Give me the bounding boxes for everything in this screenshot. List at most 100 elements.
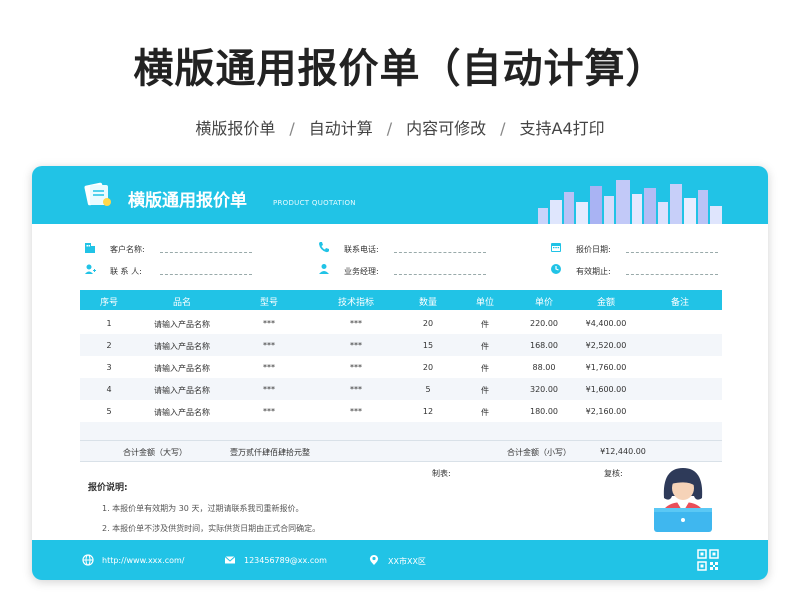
cell-qty[interactable]: 5 bbox=[400, 385, 456, 394]
cell-model[interactable]: *** bbox=[226, 407, 312, 416]
cell-spec[interactable]: *** bbox=[312, 407, 400, 416]
cell-spec[interactable]: *** bbox=[312, 341, 400, 350]
cell-model[interactable]: *** bbox=[226, 341, 312, 350]
maker-label: 制表: bbox=[432, 469, 451, 478]
page-title: 横版通用报价单（自动计算） bbox=[133, 46, 667, 92]
cell-amount: ¥2,520.00 bbox=[585, 341, 627, 350]
col-model-header: 型号 bbox=[259, 298, 278, 308]
staff-avatar-illustration bbox=[654, 468, 712, 532]
mail-icon bbox=[224, 556, 236, 564]
card-title: 横版通用报价单 bbox=[128, 191, 247, 211]
cell-unit[interactable]: 件 bbox=[456, 385, 514, 396]
subtitle-part: 内容可修改 bbox=[406, 119, 487, 138]
valid-until-label: 有效期止: bbox=[576, 267, 611, 276]
col-price-header: 单价 bbox=[534, 298, 553, 308]
notes-section: 报价说明: 1. 本报价单有效期为 30 天，过期请联系我司重新报价。 2. 本… bbox=[88, 480, 320, 543]
globe-icon bbox=[82, 554, 94, 566]
table-row: 2 请输入产品名称 *** *** 15 件 168.00 ¥2,520.00 bbox=[80, 334, 722, 356]
cell-index: 2 bbox=[106, 341, 112, 350]
total-lower-value: ¥12,440.00 bbox=[600, 447, 646, 456]
col-name-header: 品名 bbox=[172, 298, 191, 308]
person-icon bbox=[319, 264, 329, 274]
cell-name[interactable]: 请输入产品名称 bbox=[138, 319, 226, 330]
cell-unit[interactable]: 件 bbox=[456, 363, 514, 374]
cell-amount: ¥4,400.00 bbox=[585, 319, 627, 328]
note-item: 2. 本报价单不涉及供货时间，实际供货日期由正式合同确定。 bbox=[102, 524, 321, 533]
table-row: 3 请输入产品名称 *** *** 20 件 88.00 ¥1,760.00 bbox=[80, 356, 722, 378]
cell-index: 3 bbox=[106, 363, 112, 372]
cell-unit[interactable]: 件 bbox=[456, 319, 514, 330]
cell-price[interactable]: 168.00 bbox=[514, 341, 574, 350]
cell-qty[interactable]: 12 bbox=[400, 407, 456, 416]
phone-label: 联系电话: bbox=[344, 245, 379, 254]
subtitle-part: 支持A4打印 bbox=[519, 119, 605, 138]
table-row: 4 请输入产品名称 *** *** 5 件 320.00 ¥1,600.00 bbox=[80, 378, 722, 400]
building-icon bbox=[85, 243, 95, 253]
col-unit-header: 单位 bbox=[475, 298, 494, 308]
total-lower-label: 合计金额（小写） bbox=[507, 448, 571, 457]
totals-bar: 合计金额（大写） 壹万贰仟肆佰肆拾元整 合计金额（小写） ¥12,440.00 bbox=[80, 440, 722, 462]
cell-price[interactable]: 88.00 bbox=[514, 363, 574, 372]
cell-qty[interactable]: 20 bbox=[400, 319, 456, 328]
total-upper-value: 壹万贰仟肆佰肆拾元整 bbox=[230, 448, 310, 457]
col-index-header: 序号 bbox=[99, 298, 118, 308]
cell-qty[interactable]: 20 bbox=[400, 363, 456, 372]
page-subtitle: 横版报价单 / 自动计算 / 内容可修改 / 支持A4打印 bbox=[195, 119, 605, 138]
cell-model[interactable]: *** bbox=[226, 363, 312, 372]
cell-index: 1 bbox=[106, 319, 112, 328]
cell-spec[interactable]: *** bbox=[312, 363, 400, 372]
cell-name[interactable]: 请输入产品名称 bbox=[138, 341, 226, 352]
cell-unit[interactable]: 件 bbox=[456, 407, 514, 418]
address-item: XX市XX区 bbox=[368, 554, 426, 568]
location-icon bbox=[369, 555, 379, 565]
cell-price[interactable]: 320.00 bbox=[514, 385, 574, 394]
qr-code-icon[interactable] bbox=[697, 549, 719, 571]
cell-price[interactable]: 220.00 bbox=[514, 319, 574, 328]
calendar-icon bbox=[551, 243, 561, 252]
subtitle-part: 横版报价单 bbox=[195, 119, 276, 138]
clock-icon bbox=[551, 264, 561, 274]
address-text: XX市XX区 bbox=[388, 557, 426, 566]
cell-spec[interactable]: *** bbox=[312, 385, 400, 394]
cell-model[interactable]: *** bbox=[226, 385, 312, 394]
email-item[interactable]: 123456789@xx.com bbox=[224, 554, 327, 568]
phone-icon bbox=[319, 242, 329, 253]
cell-index: 5 bbox=[106, 407, 112, 416]
cell-spec[interactable]: *** bbox=[312, 319, 400, 328]
website-text[interactable]: http://www.xxx.com/ bbox=[102, 556, 184, 565]
note-item: 1. 本报价单有效期为 30 天，过期请联系我司重新报价。 bbox=[102, 504, 304, 513]
manager-field[interactable] bbox=[394, 274, 486, 275]
reviewer-label: 复核: bbox=[604, 469, 623, 478]
cell-unit[interactable]: 件 bbox=[456, 341, 514, 352]
email-text[interactable]: 123456789@xx.com bbox=[244, 556, 327, 565]
cell-model[interactable]: *** bbox=[226, 319, 312, 328]
cell-price[interactable]: 180.00 bbox=[514, 407, 574, 416]
contact-field[interactable] bbox=[160, 274, 252, 275]
quote-date-field[interactable] bbox=[626, 252, 718, 253]
col-amount-header: 金额 bbox=[596, 298, 615, 308]
table-row: 5 请输入产品名称 *** *** 12 件 180.00 ¥2,160.00 bbox=[80, 400, 722, 422]
quote-date-label: 报价日期: bbox=[576, 245, 611, 254]
cell-amount: ¥1,600.00 bbox=[585, 385, 627, 394]
col-remark-header: 备注 bbox=[670, 298, 689, 308]
col-qty-header: 数量 bbox=[418, 298, 437, 308]
quotation-card: 横版通用报价单 PRODUCT QUOTATION 客户名称: 联 系 人: 联… bbox=[32, 166, 768, 580]
cell-name[interactable]: 请输入产品名称 bbox=[138, 363, 226, 374]
cell-amount: ¥2,160.00 bbox=[585, 407, 627, 416]
phone-field[interactable] bbox=[394, 252, 486, 253]
customer-name-label: 客户名称: bbox=[110, 245, 145, 254]
cell-name[interactable]: 请输入产品名称 bbox=[138, 407, 226, 418]
cell-qty[interactable]: 15 bbox=[400, 341, 456, 350]
table-row-empty bbox=[80, 422, 722, 440]
city-skyline-illustration bbox=[538, 180, 722, 224]
document-icon bbox=[84, 182, 111, 206]
cell-amount: ¥1,760.00 bbox=[585, 363, 627, 372]
customer-name-field[interactable] bbox=[160, 252, 252, 253]
contact-label: 联 系 人: bbox=[110, 267, 142, 276]
col-spec-header: 技术指标 bbox=[337, 298, 374, 308]
notes-title: 报价说明: bbox=[88, 483, 128, 493]
cell-name[interactable]: 请输入产品名称 bbox=[138, 385, 226, 396]
website-item[interactable]: http://www.xxx.com/ bbox=[82, 554, 184, 568]
valid-until-field[interactable] bbox=[626, 274, 718, 275]
manager-label: 业务经理: bbox=[344, 267, 379, 276]
